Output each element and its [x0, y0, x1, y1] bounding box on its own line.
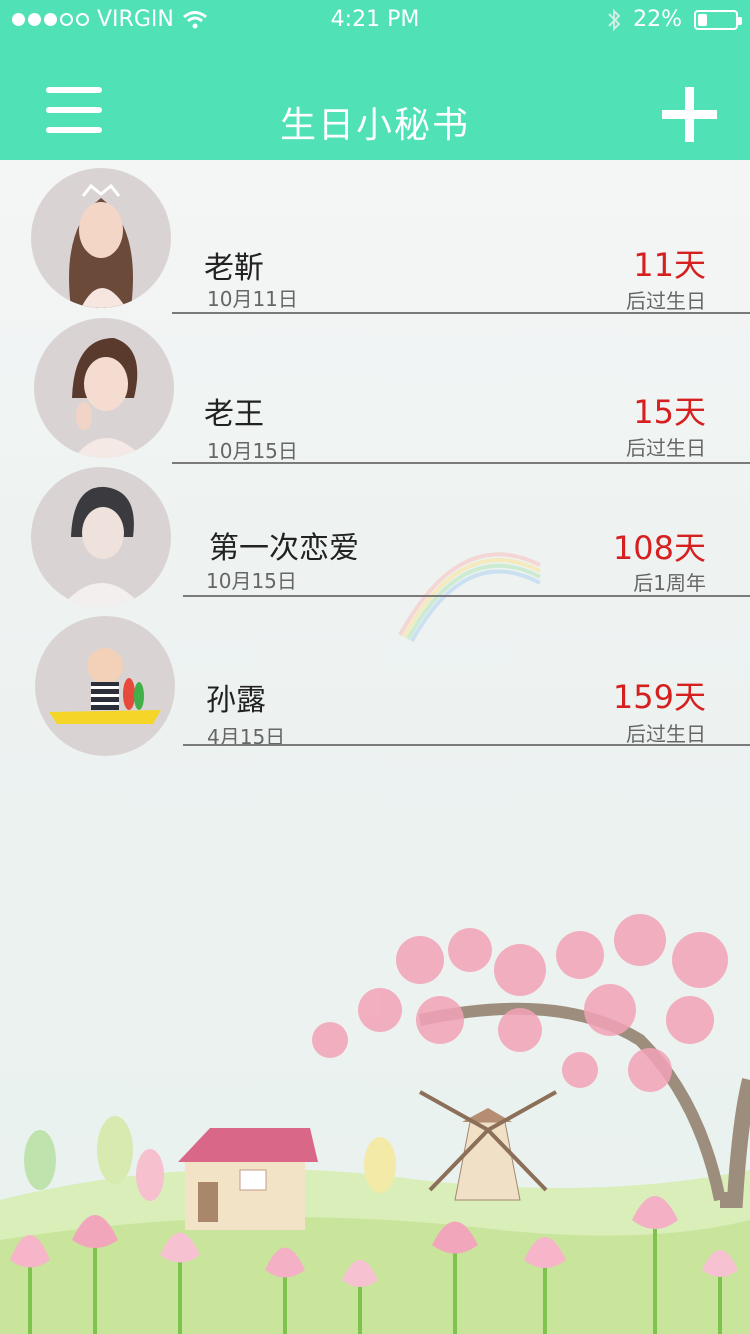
status-bar: VIRGIN 4:21 PM 22% [0, 0, 750, 40]
contact-name: 老靳 [204, 251, 264, 286]
contact-row[interactable]: 第一次恋爱 10月15日 108天 后1周年 [0, 467, 750, 617]
contact-name: 老王 [204, 397, 264, 432]
countdown-note: 后1周年 [633, 571, 706, 595]
spring-scenery-illustration [0, 914, 750, 1334]
avatar [34, 318, 174, 458]
avatar [31, 168, 171, 308]
days-remaining: 15天 [633, 393, 706, 431]
contact-date: 10月15日 [206, 569, 297, 593]
contact-name: 第一次恋爱 [209, 531, 359, 566]
battery-percent: 22% [633, 7, 682, 32]
contact-name: 孙露 [206, 683, 266, 718]
contact-row[interactable]: 老王 10月15日 15天 后过生日 [0, 318, 750, 468]
contact-row[interactable]: 孙露 4月15日 159天 后过生日 [0, 616, 750, 766]
contact-row[interactable]: 老靳 10月11日 11天 后过生日 [0, 168, 750, 318]
avatar [31, 467, 171, 607]
contact-date: 10月11日 [207, 287, 298, 311]
status-right: 22% [607, 7, 742, 32]
divider [183, 744, 750, 746]
avatar [35, 616, 175, 756]
battery-icon [694, 9, 742, 30]
page-title: 生日小秘书 [279, 105, 470, 146]
divider [172, 312, 750, 314]
divider [183, 595, 750, 597]
countdown-note: 后过生日 [626, 289, 706, 313]
add-button[interactable] [662, 87, 717, 142]
days-remaining: 108天 [612, 529, 706, 567]
countdown-note: 后过生日 [626, 722, 706, 746]
hamburger-menu-icon [46, 87, 102, 93]
countdown-note: 后过生日 [626, 436, 706, 460]
days-remaining: 159天 [612, 678, 706, 716]
divider [172, 462, 750, 464]
bluetooth-icon [608, 8, 621, 31]
contact-date: 10月15日 [207, 439, 298, 463]
top-bar: VIRGIN 4:21 PM 22% 生日小秘书 [0, 0, 750, 160]
days-remaining: 11天 [633, 246, 706, 284]
